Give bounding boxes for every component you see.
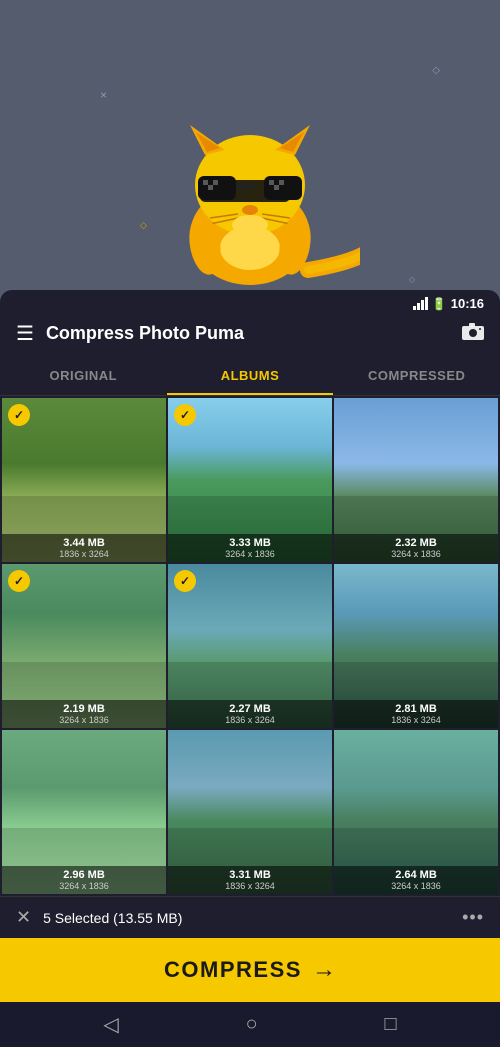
clear-selection-button[interactable]: ✕ (16, 907, 31, 928)
app-title: Compress Photo Puma (46, 323, 450, 344)
photo-6[interactable]: 2.81 MB 1836 x 3264 (334, 564, 498, 728)
deco-diamond-3: ◇ (409, 275, 415, 284)
recents-button[interactable]: □ (384, 1013, 396, 1036)
size-4: 2.19 MB (6, 703, 162, 715)
status-bar: 🔋 10:16 (0, 290, 500, 317)
selection-count: 5 Selected (13.55 MB) (43, 910, 462, 926)
home-button[interactable]: ○ (246, 1013, 258, 1036)
image-grid: ✓ 3.44 MB 1836 x 3264 ✓ 3.33 MB 3264 x 1… (0, 396, 500, 896)
photo-7[interactable]: 2.96 MB 3264 x 1836 (2, 730, 166, 894)
app-container: 🔋 10:16 ☰ Compress Photo Puma ORIGINAL A… (0, 290, 500, 890)
status-icons: 🔋 10:16 (413, 296, 484, 311)
dims-1: 1836 x 3264 (6, 549, 162, 559)
compress-button[interactable]: COMPRESS → (0, 938, 500, 1002)
photo-2[interactable]: ✓ 3.33 MB 3264 x 1836 (168, 398, 332, 562)
dims-6: 1836 x 3264 (338, 715, 494, 725)
size-9: 2.64 MB (338, 869, 494, 881)
photo-9[interactable]: 2.64 MB 3264 x 1836 (334, 730, 498, 894)
photo-1[interactable]: ✓ 3.44 MB 1836 x 3264 (2, 398, 166, 562)
check-1: ✓ (8, 404, 30, 426)
size-3: 2.32 MB (338, 537, 494, 549)
tab-albums[interactable]: ALBUMS (167, 358, 334, 395)
check-4: ✓ (8, 570, 30, 592)
camera-svg (462, 322, 484, 340)
size-6: 2.81 MB (338, 703, 494, 715)
back-button[interactable]: ◁ (103, 1012, 118, 1037)
more-options-button[interactable]: ••• (462, 907, 484, 928)
top-bar: ☰ Compress Photo Puma (0, 317, 500, 358)
tab-original[interactable]: ORIGINAL (0, 358, 167, 395)
tab-compressed[interactable]: COMPRESSED (333, 358, 500, 395)
photo-5[interactable]: ✓ 2.27 MB 1836 x 3264 (168, 564, 332, 728)
size-7: 2.96 MB (6, 869, 162, 881)
size-2: 3.33 MB (172, 537, 328, 549)
size-1: 3.44 MB (6, 537, 162, 549)
size-5: 2.27 MB (172, 703, 328, 715)
menu-button[interactable]: ☰ (16, 321, 34, 346)
photo-4[interactable]: ✓ 2.19 MB 3264 x 1836 (2, 564, 166, 728)
dims-5: 1836 x 3264 (172, 715, 328, 725)
bottom-nav: ◁ ○ □ (0, 1002, 500, 1047)
mascot (100, 60, 400, 320)
dims-4: 3264 x 1836 (6, 715, 162, 725)
signal-icon (413, 297, 428, 310)
camera-button[interactable] (462, 322, 484, 346)
selection-bar: ✕ 5 Selected (13.55 MB) ••• (0, 896, 500, 938)
compress-arrow-icon: → (312, 956, 336, 984)
compress-label: COMPRESS (164, 957, 302, 983)
dims-3: 3264 x 1836 (338, 549, 494, 559)
photo-3[interactable]: 2.32 MB 3264 x 1836 (334, 398, 498, 562)
check-2: ✓ (174, 404, 196, 426)
tabs: ORIGINAL ALBUMS COMPRESSED (0, 358, 500, 396)
photo-8[interactable]: 3.31 MB 1836 x 3264 (168, 730, 332, 894)
status-time: 10:16 (451, 296, 484, 311)
size-8: 3.31 MB (172, 869, 328, 881)
dims-2: 3264 x 1836 (172, 549, 328, 559)
mascot-svg (140, 80, 360, 300)
check-5: ✓ (174, 570, 196, 592)
deco-diamond-1: ◇ (432, 65, 440, 76)
battery-icon: 🔋 (432, 297, 447, 311)
